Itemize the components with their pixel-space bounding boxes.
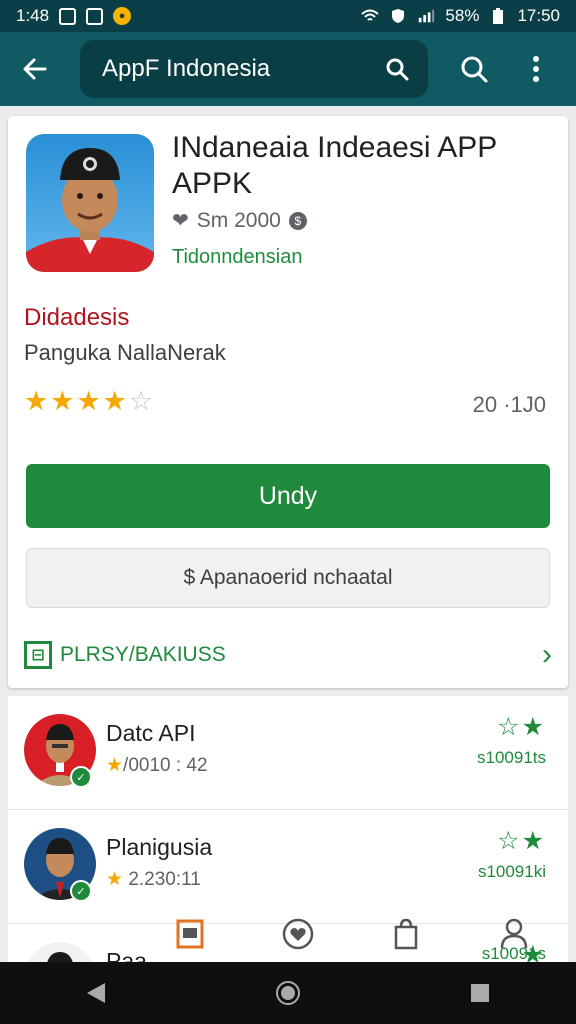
home-circle-icon xyxy=(276,981,300,1005)
nav-library-button[interactable] xyxy=(384,912,428,956)
back-button[interactable] xyxy=(10,44,60,94)
search-field[interactable]: AppF Indonesia xyxy=(80,40,428,98)
battery-icon xyxy=(489,7,507,25)
star-filled-icon: ★ xyxy=(24,386,49,416)
status-left: 1:48 ● xyxy=(16,6,132,26)
star-outline-icon: ☆ xyxy=(497,713,522,741)
app-notification-icon: ● xyxy=(113,7,132,25)
list-item-subtitle-text: /0010 : 42 xyxy=(123,755,208,776)
status-bar: 1:48 ● 58% 17:50 xyxy=(0,0,576,32)
heart-icon xyxy=(282,918,314,950)
system-navigation-bar xyxy=(0,962,576,1024)
app-title: INdaneaia Indeaesi APP APPK xyxy=(172,131,497,200)
more-vert-icon xyxy=(533,56,539,82)
star-filled-icon: ★ xyxy=(106,869,124,890)
battery-percent: 58% xyxy=(445,6,480,25)
list-item-count: s10091ki xyxy=(477,862,546,881)
system-back-button[interactable] xyxy=(71,968,121,1018)
star-filled-icon: ★ xyxy=(50,386,75,416)
store-icon xyxy=(176,919,204,949)
list-item-subtitle: ★ 2.230:11 xyxy=(106,868,201,891)
chevron-right-icon: › xyxy=(542,638,552,671)
info-icon: $ xyxy=(288,211,307,230)
search-icon[interactable] xyxy=(384,56,410,82)
person-icon xyxy=(500,918,528,949)
search-icon xyxy=(461,56,488,83)
recents-square-icon xyxy=(471,984,489,1002)
arrow-left-icon xyxy=(23,58,47,80)
details-link[interactable]: ⊟ PLRSY/BAKIUSS › xyxy=(24,636,552,674)
wifi-icon xyxy=(361,7,380,25)
verified-badge-icon: ✓ xyxy=(70,766,92,788)
star-filled-icon: ★ xyxy=(102,386,127,416)
list-item-subtitle-text: 2.230:11 xyxy=(128,869,201,890)
app-subtitle: Panguka NallaNerak xyxy=(24,340,226,365)
details-link-label: PLRSY/BAKIUSS xyxy=(60,643,226,666)
secondary-action-button[interactable]: $ Apanaoerid nchaatal xyxy=(26,548,550,608)
nav-account-button[interactable] xyxy=(492,912,536,956)
nav-favorites-button[interactable] xyxy=(276,912,320,956)
app-meta: ❤ Sm 2000 $ xyxy=(172,208,307,233)
bottom-navigation xyxy=(136,912,568,962)
app-category: Didadesis xyxy=(24,304,130,331)
app-detail-card: INdaneaia Indeaesi APP APPK ❤ Sm 2000 $ … xyxy=(8,116,568,688)
search-query: AppF Indonesia xyxy=(102,55,271,82)
camera-icon xyxy=(86,7,104,25)
nav-store-button[interactable] xyxy=(168,912,212,956)
star-empty-icon: ☆ xyxy=(128,386,154,416)
grid-icon: ⊟ xyxy=(24,641,52,669)
developer-link[interactable]: Tidonndensian xyxy=(172,246,302,269)
install-button[interactable]: Undy xyxy=(26,464,550,528)
status-time-right: 17:50 xyxy=(517,6,560,25)
more-button[interactable] xyxy=(518,51,554,87)
app-icon[interactable] xyxy=(26,134,154,272)
shield-icon xyxy=(389,7,407,25)
status-right: 58% 17:50 xyxy=(361,6,560,26)
heart-icon: ❤ xyxy=(172,210,189,232)
rating-stars: ★ ★ ★ ★ ☆ xyxy=(24,386,153,417)
list-item[interactable]: ✓ Datc API ★/0010 : 42 ☆★ s10091ts xyxy=(8,696,568,810)
notification-icon xyxy=(59,7,77,25)
list-item-count: s10091ts xyxy=(477,748,546,767)
list-item[interactable]: ✓ Planigusia ★ 2.230:11 ☆★ s10091ki xyxy=(8,810,568,924)
star-filled-icon: ★ xyxy=(106,755,124,776)
system-home-button[interactable] xyxy=(263,968,313,1018)
star-filled-icon: ★ xyxy=(521,827,546,855)
bag-icon xyxy=(394,918,418,950)
star-outline-icon: ☆ xyxy=(497,827,522,855)
search-button[interactable] xyxy=(456,51,492,87)
person-portrait-icon xyxy=(26,148,154,272)
list-item-title: Datc API xyxy=(106,720,196,746)
app-meta-text: Sm 2000 xyxy=(196,208,281,232)
app-bar: AppF Indonesia xyxy=(0,32,576,106)
star-filled-icon: ★ xyxy=(521,713,546,741)
system-recents-button[interactable] xyxy=(455,968,505,1018)
rating-count: 20 ·1J0 xyxy=(472,392,546,417)
list-item-subtitle: ★/0010 : 42 xyxy=(106,754,208,777)
list-item-stars[interactable]: ☆★ xyxy=(497,712,546,742)
verified-badge-icon: ✓ xyxy=(70,880,92,902)
back-triangle-icon xyxy=(87,983,105,1003)
list-item-title: Planigusia xyxy=(106,834,213,860)
signal-icon xyxy=(417,7,435,25)
status-time: 1:48 xyxy=(16,6,50,25)
app-bar-actions xyxy=(456,51,566,87)
list-item-stars[interactable]: ☆★ xyxy=(497,826,546,856)
star-filled-icon: ★ xyxy=(76,386,101,416)
